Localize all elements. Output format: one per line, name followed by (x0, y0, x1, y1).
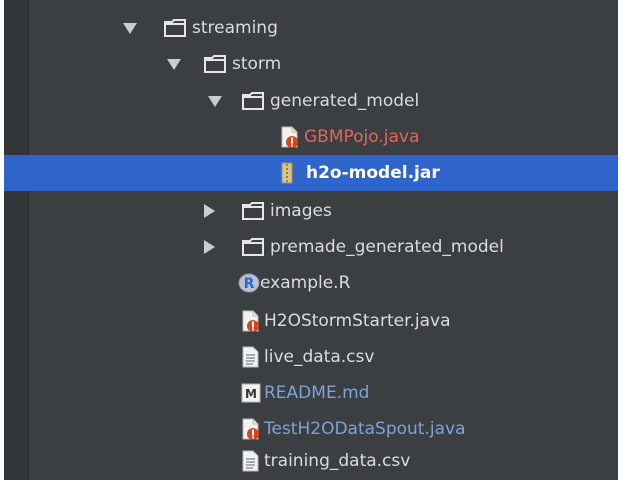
tree-item-label: premade_generated_model (270, 237, 504, 257)
svg-text:M: M (245, 387, 257, 401)
tree-row-readme-md[interactable]: M README.md (4, 375, 618, 411)
java-file-error-icon (242, 310, 259, 332)
text-file-icon (242, 346, 259, 368)
tree-row-gbmpojo[interactable]: GBMPojo.java (4, 119, 618, 155)
tree-row-example-r[interactable]: R example.R (4, 265, 618, 301)
r-script-icon: R (238, 273, 260, 293)
jar-file-icon (281, 162, 293, 184)
expand-arrow-icon[interactable] (167, 59, 181, 70)
folder-icon (164, 19, 186, 37)
markdown-file-icon: M (241, 383, 261, 403)
tree-item-label: TestH2ODataSpout.java (264, 419, 466, 439)
tree-item-label: training_data.csv (264, 451, 411, 471)
expand-arrow-icon[interactable] (123, 23, 137, 34)
tree-item-label: live_data.csv (264, 347, 375, 367)
folder-icon (242, 238, 264, 256)
tree-row-h2o-model-jar[interactable]: h2o-model.jar (4, 155, 618, 191)
tree-item-label: streaming (192, 18, 278, 38)
tree-item-label: generated_model (270, 91, 420, 111)
folder-icon (242, 202, 264, 220)
tree-item-label: H2OStormStarter.java (264, 311, 451, 331)
tree-row-generated-model[interactable]: generated_model (4, 83, 618, 119)
tree-item-label: README.md (264, 383, 370, 403)
tree-row-training-data-csv[interactable]: training_data.csv (4, 443, 618, 479)
java-file-error-icon (242, 418, 259, 440)
tree-item-label: example.R (260, 273, 351, 293)
tree-row-streaming[interactable]: streaming (4, 10, 618, 46)
tree-row-h2ostormstarter[interactable]: H2OStormStarter.java (4, 303, 618, 339)
tree-item-label: images (270, 201, 332, 221)
tree-row-live-data-csv[interactable]: live_data.csv (4, 339, 618, 375)
tree-item-label: h2o-model.jar (306, 163, 440, 183)
tree-row-images[interactable]: images (4, 193, 618, 229)
tree-row-storm[interactable]: storm (4, 46, 618, 82)
tree-item-label: GBMPojo.java (304, 127, 420, 147)
tree-row-testh2odataspout[interactable]: TestH2ODataSpout.java (4, 411, 618, 447)
java-file-error-icon (281, 126, 298, 148)
folder-icon (242, 92, 264, 110)
text-file-icon (242, 450, 259, 472)
tree-item-label: storm (232, 54, 282, 74)
expand-arrow-icon[interactable] (204, 240, 215, 254)
folder-icon (204, 55, 226, 73)
expand-arrow-icon[interactable] (208, 96, 222, 107)
project-tree: streaming storm generated_model GBMPojo.… (4, 0, 618, 480)
tree-row-premade-generated-model[interactable]: premade_generated_model (4, 229, 618, 265)
svg-text:R: R (244, 276, 255, 292)
expand-arrow-icon[interactable] (204, 204, 215, 218)
